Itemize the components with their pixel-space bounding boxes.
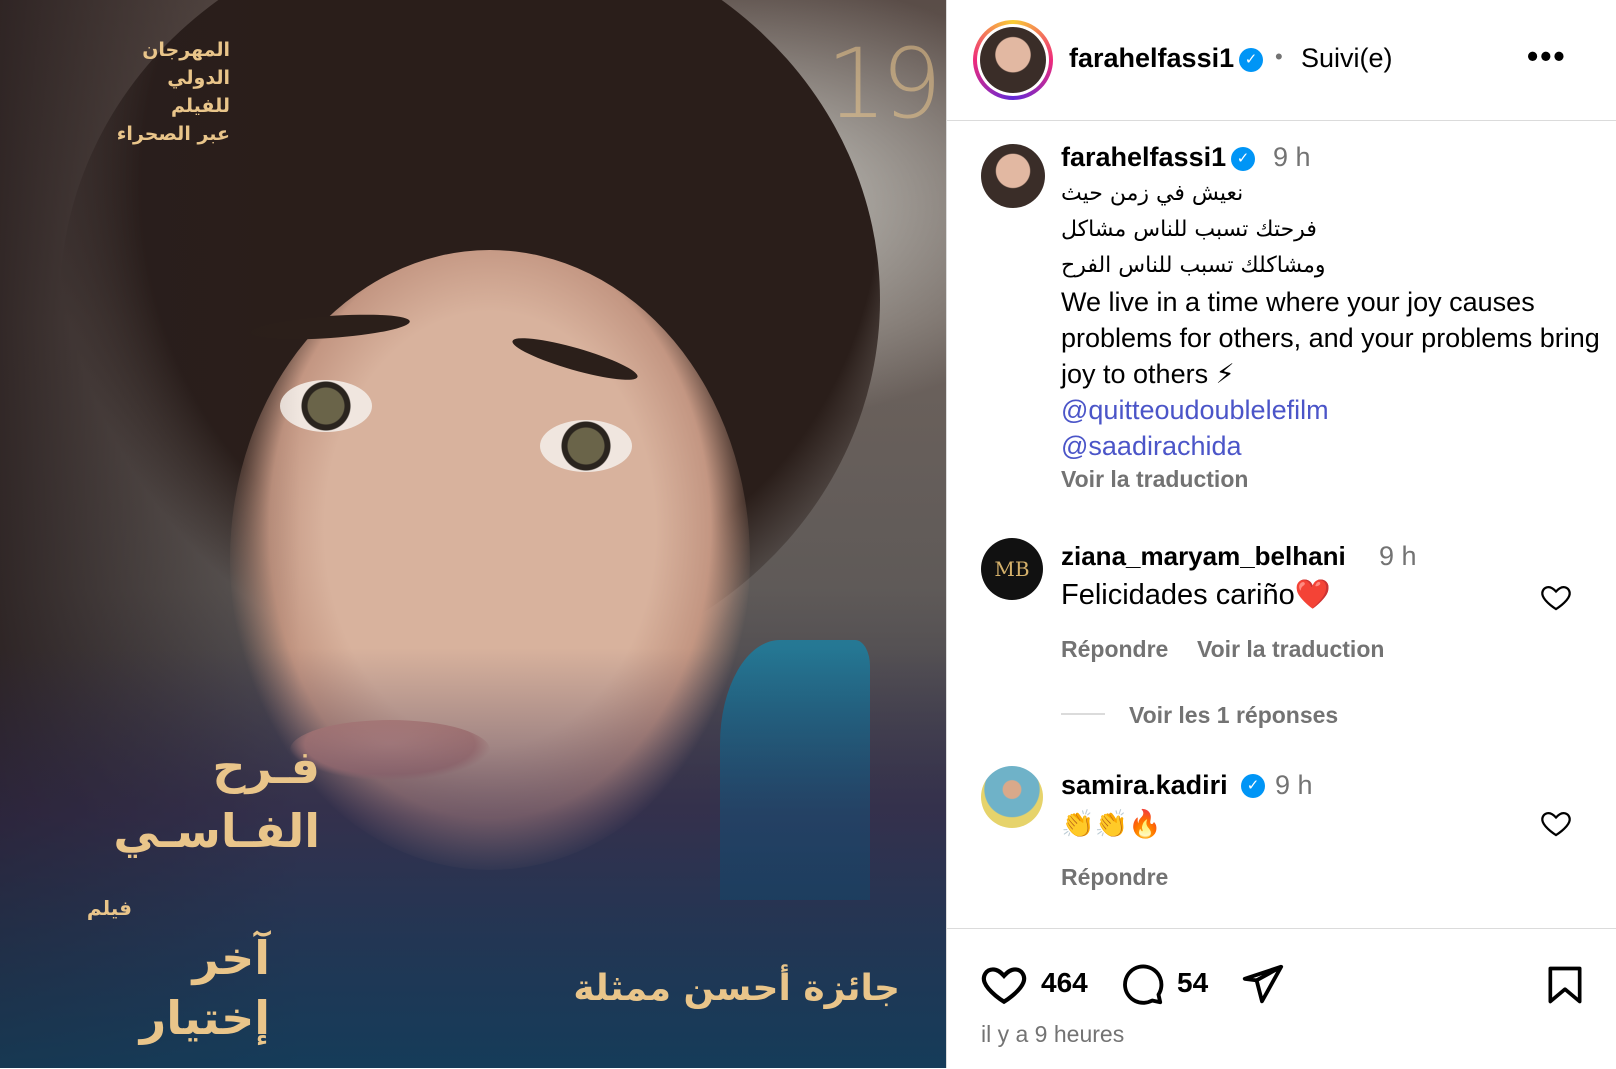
caption-time: 9 h [1273, 142, 1311, 172]
post-time-ago[interactable]: il y a 9 heures [981, 1021, 1124, 1048]
comment-avatar[interactable] [981, 766, 1043, 828]
caption-arabic-line: نعيش في زمن حيث [1061, 181, 1244, 206]
share-send-icon[interactable] [1239, 961, 1285, 1007]
comment-time: 9 h [1275, 770, 1313, 800]
verified-icon: ✓ [1239, 48, 1263, 72]
comment-translate-button[interactable]: Voir la traduction [1197, 636, 1384, 663]
festival-line: عبر الصحراء [116, 123, 230, 145]
festival-line: المهرجان [142, 39, 230, 61]
comment-text: 👏👏🔥 [1061, 809, 1162, 839]
festival-title: المهرجان الدولي للفيلم عبر الصحراء [117, 36, 230, 148]
view-replies-button[interactable]: Voir les 1 réponses [1129, 702, 1338, 729]
replies-divider [1061, 713, 1105, 715]
film-title-line: إختيار [139, 991, 270, 1045]
award-text: جائزة أحسن ممثلة [573, 968, 900, 1009]
avatar[interactable] [980, 27, 1046, 93]
post-actions: 464 54 il y a 9 heures [947, 928, 1616, 1069]
edition-number: 19 [826, 28, 942, 140]
right-eye [540, 420, 632, 472]
mention-link[interactable]: @quitteoudoublelefilm [1061, 392, 1601, 428]
comment-username[interactable]: samira.kadiri [1061, 770, 1228, 801]
caption-translate-button[interactable]: Voir la traduction [1061, 466, 1601, 493]
separator-dot: • [1275, 44, 1283, 69]
post-image[interactable]: المهرجان الدولي للفيلم عبر الصحراء 19 فـ… [0, 0, 946, 1068]
reply-button[interactable]: Répondre [1061, 636, 1168, 663]
caption-arabic-line: ومشاكلك تسبب للناس الفرح [1061, 253, 1326, 278]
comment-text: Felicidades cariño❤️ [1061, 579, 1331, 611]
film-title-line: آخر [192, 931, 270, 985]
follow-status-button[interactable]: Suivi(e) [1301, 43, 1393, 74]
like-comment-heart-icon[interactable] [1539, 580, 1573, 614]
verified-icon: ✓ [1231, 147, 1255, 171]
film-label: فيلم [86, 896, 132, 920]
like-heart-icon[interactable] [979, 959, 1029, 1009]
caption-avatar[interactable] [981, 144, 1045, 208]
like-count[interactable]: 464 [1041, 967, 1088, 999]
save-bookmark-icon[interactable] [1543, 961, 1587, 1009]
caption-header: farahelfassi1 ✓ 9 h [1061, 140, 1601, 176]
festival-line: للفيلم [171, 95, 230, 117]
caption-english: We live in a time where your joy causes … [1061, 287, 1600, 389]
caption-arabic: نعيش في زمن حيث فرحتك تسبب للناس مشاكل و… [1061, 176, 1601, 284]
comment-count[interactable]: 54 [1177, 967, 1208, 999]
actor-name: فـرح الفـاسـي [113, 735, 320, 863]
comment-time: 9 h [1379, 541, 1417, 571]
mention-link[interactable]: @saadirachida [1061, 428, 1601, 464]
story-ring[interactable] [973, 20, 1053, 100]
actor-line: الفـاسـي [113, 804, 320, 858]
comment-bubble-icon[interactable] [1119, 961, 1165, 1007]
caption-arabic-line: فرحتك تسبب للناس مشاكل [1061, 217, 1317, 242]
actor-line: فـرح [212, 740, 320, 794]
film-title: آخر إختيار [140, 928, 270, 1048]
festival-line: الدولي [167, 67, 230, 89]
post-header: farahelfassi1 ✓ • Suivi(e) ••• [947, 0, 1616, 121]
like-comment-heart-icon[interactable] [1539, 806, 1573, 840]
verified-icon: ✓ [1241, 774, 1265, 798]
comment-avatar[interactable]: MB [981, 538, 1043, 600]
more-horizontal-icon[interactable]: ••• [1527, 38, 1567, 75]
header-username[interactable]: farahelfassi1 [1069, 43, 1234, 74]
post-side-panel: farahelfassi1 ✓ • Suivi(e) ••• farahelfa… [946, 0, 1616, 1068]
caption-username[interactable]: farahelfassi1 [1061, 142, 1226, 173]
reply-button[interactable]: Répondre [1061, 864, 1168, 891]
comment-username[interactable]: ziana_maryam_belhani [1061, 541, 1346, 572]
caption: farahelfassi1 ✓ 9 h نعيش في زمن حيث فرحت… [1061, 140, 1601, 493]
